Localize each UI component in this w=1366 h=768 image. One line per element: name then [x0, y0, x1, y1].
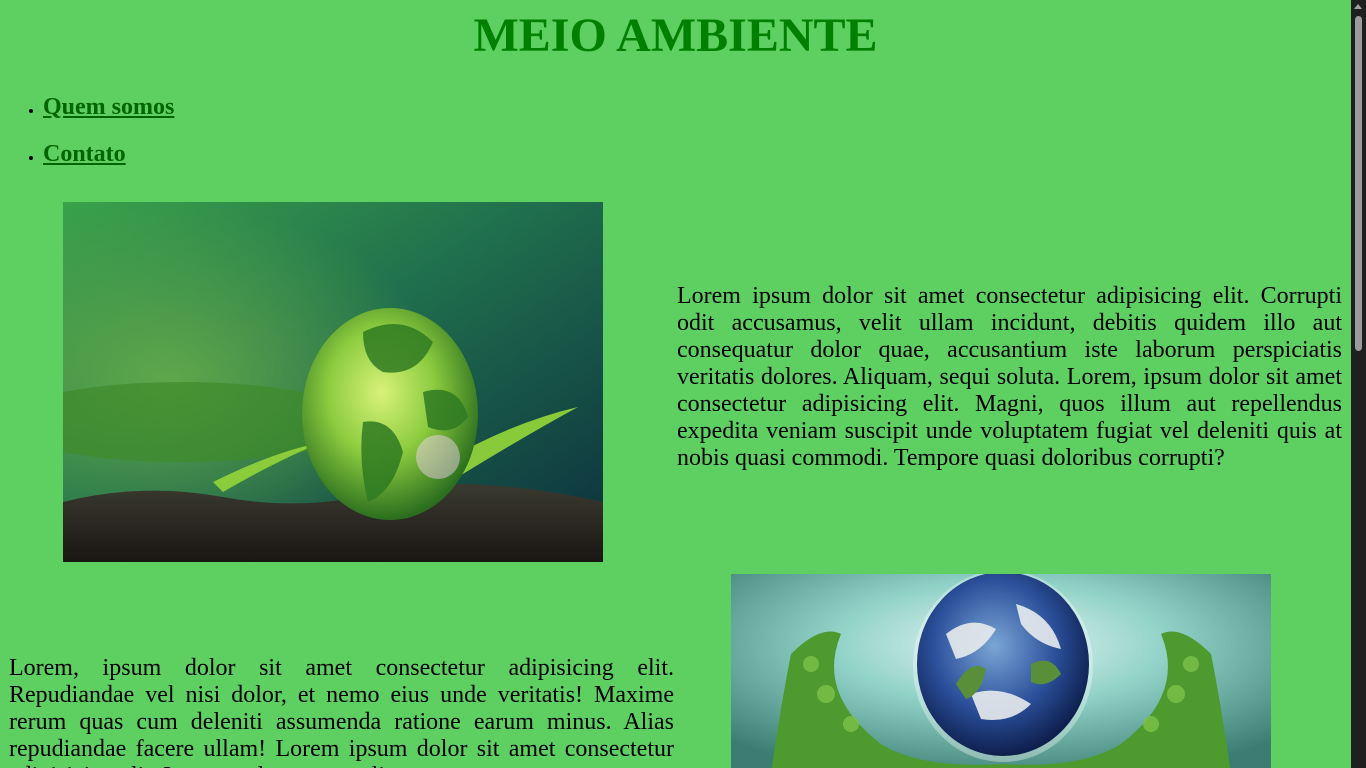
- nav-item-quem-somos: Quem somos: [43, 90, 174, 137]
- scrollbar-thumb[interactable]: [1355, 16, 1362, 351]
- scroll-up-arrow-icon[interactable]: [1354, 4, 1362, 9]
- nav-link-quem-somos[interactable]: Quem somos: [43, 94, 174, 120]
- nav-list: Quem somos Contato: [0, 90, 174, 184]
- section-2-text: Lorem, ipsum dolor sit amet consectetur …: [9, 655, 674, 768]
- section-1-text: Lorem ipsum dolor sit amet consectetur a…: [677, 283, 1342, 471]
- earth-globe-fern-image: [63, 202, 603, 562]
- earth-globe-leafy-hands-image: [731, 574, 1271, 768]
- page: MEIO AMBIENTE Quem somos Contato: [0, 0, 1351, 768]
- vertical-scrollbar[interactable]: [1351, 0, 1366, 768]
- page-title: MEIO AMBIENTE: [473, 9, 878, 62]
- nav-item-contato: Contato: [43, 137, 174, 184]
- nav-link-contato[interactable]: Contato: [43, 141, 126, 167]
